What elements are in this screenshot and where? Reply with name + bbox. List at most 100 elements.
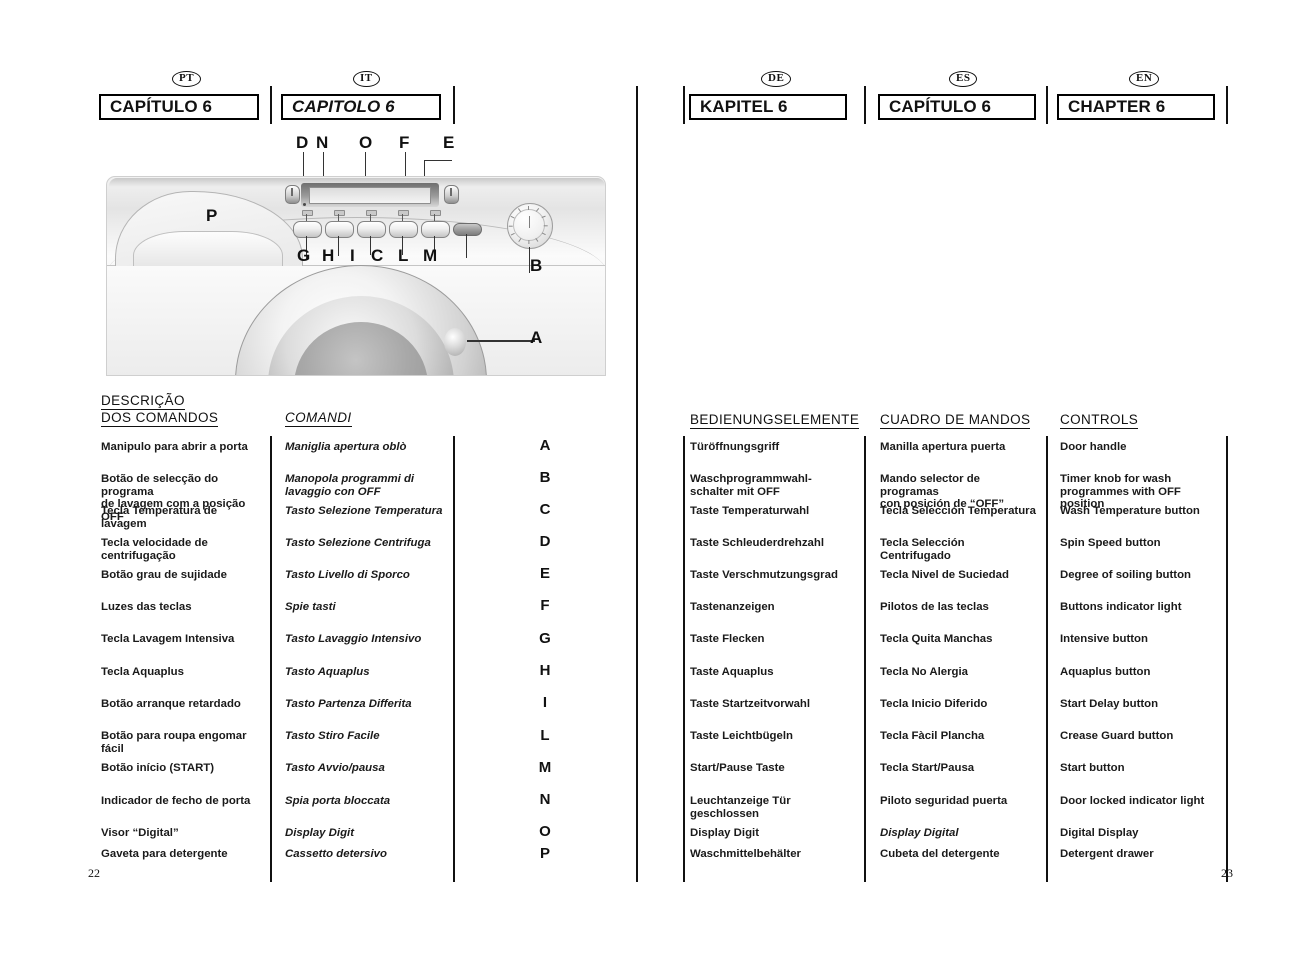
- page-number-left: 22: [88, 866, 100, 880]
- control-entry-en-d: Spin Speed button: [1060, 537, 1161, 549]
- control-entry-es-m: Tecla Start/Pausa: [880, 762, 975, 774]
- chapter-box-it: CAPITOLO 6: [281, 94, 441, 120]
- control-entry-de-i: Taste Startzeitvorwahl: [690, 698, 811, 710]
- control-entry-es-c: Tecla Selección Temperatura: [880, 505, 1036, 517]
- manual-page-spread: PT IT CAPÍTULO 6 CAPITOLO 6 D N O F E P …: [0, 0, 1308, 954]
- chapter-title-en: CHAPTER 6: [1068, 97, 1166, 116]
- start-delay-button[interactable]: [357, 221, 386, 238]
- key-letter-c: C: [539, 501, 551, 518]
- control-entry-pt-l: Botão para roupa engomar fácil: [101, 730, 247, 755]
- control-entry-it-c: Tasto Selezione Temperatura: [285, 505, 443, 517]
- language-tag-en: EN: [1129, 71, 1160, 87]
- control-entry-es-f: Pilotos de las teclas: [880, 601, 989, 613]
- page-number-right: 23: [1221, 866, 1233, 880]
- callout-C: C: [371, 246, 384, 265]
- leader-H: [338, 236, 340, 256]
- control-entry-en-a: Door handle: [1060, 441, 1127, 453]
- section-heading-pt: DESCRIÇÃO DOS COMANDOS: [101, 393, 266, 427]
- section-heading-es: CUADRO DE MANDOS: [880, 412, 1031, 429]
- callout-M: M: [423, 246, 438, 265]
- callout-L: L: [398, 246, 409, 265]
- timer-knob[interactable]: [507, 203, 553, 249]
- control-entry-de-g: Taste Flecken: [690, 633, 765, 645]
- divider-de-es-body: [864, 436, 866, 882]
- door-handle[interactable]: [444, 328, 466, 356]
- control-entry-de-c: Taste Temperaturwahl: [690, 505, 810, 517]
- language-tag-it: IT: [353, 71, 380, 87]
- led-tick-4: [402, 214, 404, 221]
- knob-tick-5: [541, 232, 546, 236]
- control-entry-it-a: Maniglia apertura oblò: [285, 441, 407, 453]
- callout-D: D: [296, 133, 309, 152]
- start-pause-button[interactable]: [453, 223, 482, 236]
- control-entry-pt-n: Indicador de fecho de porta: [101, 795, 251, 807]
- section-heading-pt-line2: DOS COMANDOS: [101, 410, 219, 427]
- control-entry-es-n: Piloto seguridad puerta: [880, 795, 1008, 807]
- divider-pt-it-body: [270, 436, 272, 882]
- divider-pt-it-header: [270, 86, 272, 124]
- callout-A: A: [530, 328, 543, 347]
- control-entry-de-p: Waschmittelbehälter: [690, 848, 801, 860]
- divider-it-right-header: [453, 86, 455, 124]
- chapter-title-de: KAPITEL 6: [700, 97, 788, 116]
- key-letter-p: P: [539, 845, 550, 862]
- section-heading-it-text: COMANDI: [285, 410, 352, 427]
- leader-E-horz: [424, 160, 452, 162]
- control-entry-es-d: Tecla Selección Centrifugado: [880, 537, 965, 562]
- knob-tick-4: [543, 225, 548, 227]
- chapter-title-it: CAPITOLO 6: [292, 97, 395, 116]
- led-tick-1: [306, 214, 308, 221]
- chapter-title-pt: CAPÍTULO 6: [110, 97, 213, 116]
- divider-en-right-header: [1226, 86, 1228, 124]
- page-spine: [636, 86, 638, 882]
- control-entry-es-g: Tecla Quita Manchas: [880, 633, 993, 645]
- control-entry-en-n: Door locked indicator light: [1060, 795, 1205, 807]
- key-letter-l: L: [540, 727, 550, 744]
- control-entry-pt-o: Visor “Digital”: [101, 827, 179, 839]
- callout-P: P: [206, 206, 218, 225]
- aquaplus-button[interactable]: [325, 221, 354, 238]
- control-entry-de-n: Leuchtanzeige Tür geschlossen: [690, 795, 791, 820]
- callout-B: B: [530, 256, 543, 275]
- callout-O: O: [359, 133, 373, 152]
- crease-guard-button[interactable]: [421, 221, 450, 238]
- wash-temperature-button[interactable]: [389, 221, 418, 238]
- degree-of-soiling-button[interactable]: [444, 185, 459, 204]
- chapter-box-en: CHAPTER 6: [1057, 94, 1215, 120]
- key-letter-d: D: [539, 533, 551, 550]
- knob-tick-7: [528, 240, 530, 244]
- led-tick-2: [338, 214, 340, 221]
- button-indicator-led-1: [302, 210, 313, 216]
- key-letter-o: O: [539, 823, 551, 840]
- divider-de-left-body: [683, 436, 685, 882]
- section-heading-en: CONTROLS: [1060, 412, 1139, 429]
- spin-speed-button[interactable]: [285, 185, 300, 204]
- control-entry-de-m: Start/Pause Taste: [690, 762, 785, 774]
- control-entry-pt-g: Tecla Lavagem Intensiva: [101, 633, 235, 645]
- divider-es-en-body: [1046, 436, 1048, 882]
- control-entry-de-f: Tastenanzeigen: [690, 601, 775, 613]
- control-entry-it-h: Tasto Aquaplus: [285, 666, 370, 678]
- control-entry-it-d: Tasto Selezione Centrifuga: [285, 537, 431, 549]
- control-entry-es-h: Tecla No Alergia: [880, 666, 968, 678]
- callout-G: G: [297, 246, 311, 265]
- section-heading-it: COMANDI: [285, 410, 352, 427]
- control-entry-de-l: Taste Leichtbügeln: [690, 730, 793, 742]
- knob-tick-11: [510, 215, 515, 219]
- digital-display: [301, 183, 439, 207]
- control-entry-en-g: Intensive button: [1060, 633, 1148, 645]
- control-entry-de-e: Taste Verschmutzungsgrad: [690, 569, 838, 581]
- key-letter-h: H: [539, 662, 551, 679]
- chapter-box-de: KAPITEL 6: [689, 94, 847, 120]
- intensive-button[interactable]: [293, 221, 322, 238]
- control-entry-es-l: Tecla Fàcil Plancha: [880, 730, 985, 742]
- key-letter-n: N: [539, 791, 551, 808]
- control-entry-en-f: Buttons indicator light: [1060, 601, 1182, 613]
- control-entry-pt-c: Tecla Temperatura de lavagem: [101, 505, 218, 530]
- detergent-drawer-lip: [133, 231, 283, 266]
- control-entry-it-l: Tasto Stiro Facile: [285, 730, 380, 742]
- leader-M: [466, 234, 468, 258]
- divider-en-right-body: [1226, 436, 1228, 882]
- callout-H: H: [322, 246, 335, 265]
- control-entry-es-o: Display Digital: [880, 827, 959, 839]
